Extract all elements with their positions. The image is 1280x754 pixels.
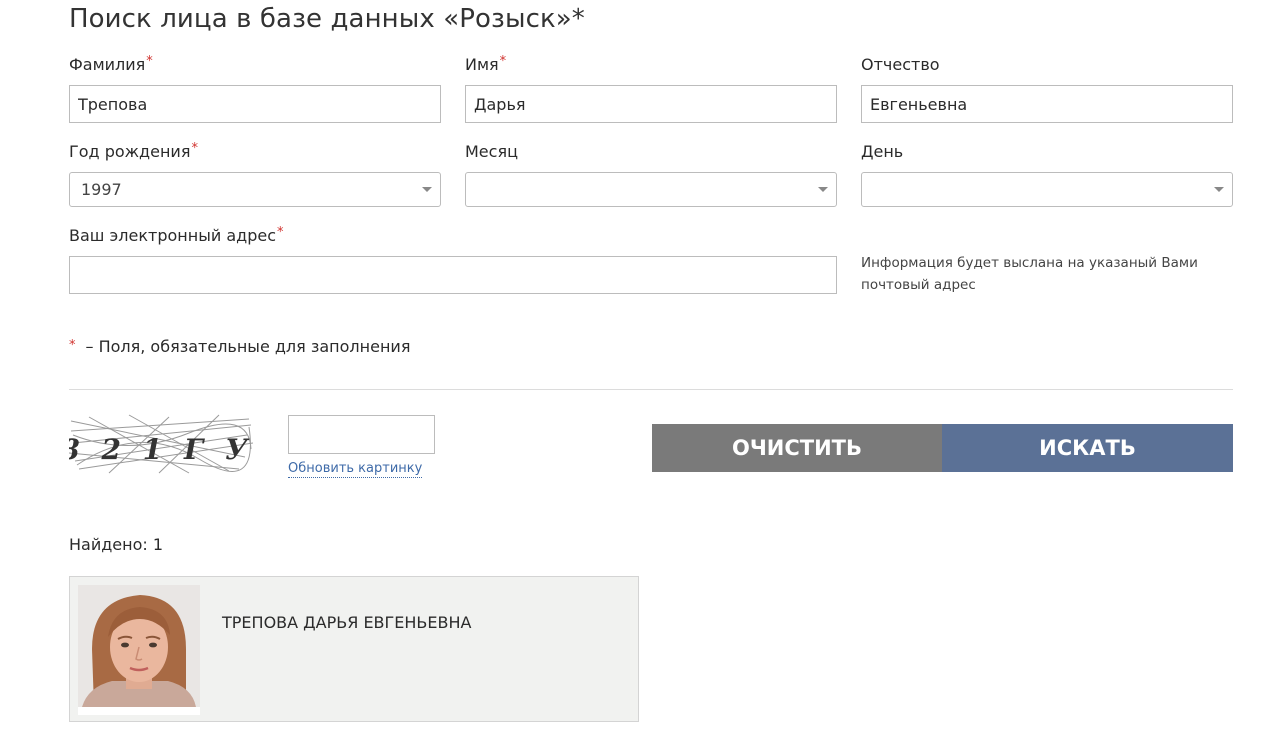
surname-label: Фамилия* bbox=[69, 54, 153, 74]
birth-day-label: День bbox=[861, 142, 904, 161]
found-count: Найдено: 1 bbox=[69, 535, 164, 554]
required-mark: * bbox=[191, 141, 198, 156]
required-mark: * bbox=[69, 338, 76, 353]
patronymic-label: Отчество bbox=[861, 55, 940, 74]
clear-button[interactable]: ОЧИСТИТЬ bbox=[652, 424, 942, 472]
birth-month-label: Месяц bbox=[465, 142, 518, 161]
captcha-image: 8 2 1 Г У bbox=[69, 414, 253, 474]
birth-day-select[interactable] bbox=[861, 172, 1233, 207]
result-card[interactable]: ТРЕПОВА ДАРЬЯ ЕВГЕНЬЕВНА bbox=[69, 576, 639, 722]
required-note: * – Поля, обязательные для заполнения bbox=[69, 337, 411, 356]
page-title: Поиск лица в базе данных «Розыск»* bbox=[69, 4, 585, 34]
captcha-input[interactable] bbox=[288, 415, 435, 454]
email-label: Ваш электронный адрес* bbox=[69, 225, 284, 245]
person-photo bbox=[78, 585, 200, 715]
email-hint: Информация будет выслана на указаный Вам… bbox=[861, 255, 1198, 293]
chevron-down-icon bbox=[818, 187, 828, 192]
chevron-down-icon bbox=[1214, 187, 1224, 192]
name-label: Имя* bbox=[465, 54, 507, 74]
divider bbox=[69, 389, 1233, 390]
name-input[interactable] bbox=[465, 85, 837, 123]
birth-month-select[interactable] bbox=[465, 172, 837, 207]
result-name: ТРЕПОВА ДАРЬЯ ЕВГЕНЬЕВНА bbox=[222, 613, 472, 632]
birth-year-label: Год рождения* bbox=[69, 141, 198, 161]
email-input[interactable] bbox=[69, 256, 837, 294]
required-mark: * bbox=[499, 54, 507, 69]
surname-input[interactable] bbox=[69, 85, 441, 123]
required-mark: * bbox=[146, 54, 153, 69]
birth-year-value: 1997 bbox=[81, 180, 122, 199]
birth-year-select[interactable]: 1997 bbox=[69, 172, 441, 207]
refresh-captcha-link[interactable]: Обновить картинку bbox=[288, 461, 423, 478]
captcha-text: 8 2 1 Г У bbox=[69, 433, 253, 466]
search-button[interactable]: ИСКАТЬ bbox=[942, 424, 1233, 472]
required-mark: * bbox=[277, 225, 284, 240]
chevron-down-icon bbox=[422, 187, 432, 192]
patronymic-input[interactable] bbox=[861, 85, 1233, 123]
